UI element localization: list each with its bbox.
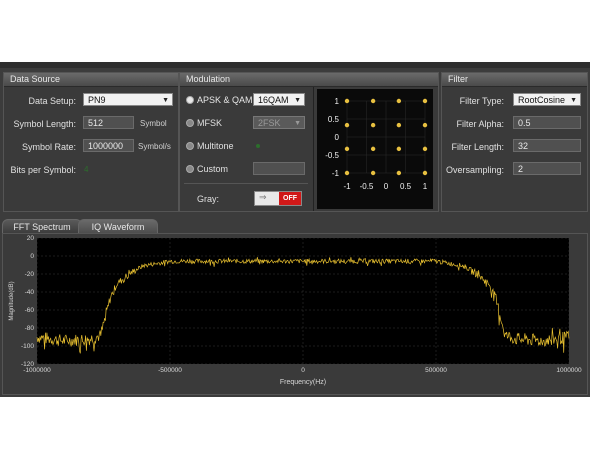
filter-type-value: RootCosine [518, 95, 566, 105]
chevron-down-icon: ▼ [294, 97, 301, 104]
y-tick-label: -100 [21, 343, 34, 350]
filter-length-label: Filter Length: [451, 142, 504, 152]
data-setup-label: Data Setup: [28, 96, 76, 106]
y-tick-label: -40 [25, 289, 35, 296]
bits-per-symbol-value: 4 [84, 165, 89, 174]
x-tick-label: -500000 [158, 367, 182, 374]
constellation-point [396, 98, 402, 104]
fft-plot-panel: -1000000 -500000 0 500000 1000000 20 0 -20 -40 -… [2, 233, 588, 395]
apsk-qam-label: APSK & QAM [197, 95, 253, 105]
x-axis-label: Frequency(Hz) [280, 379, 326, 386]
divider [313, 87, 314, 211]
x-tick-label: 1000000 [556, 367, 582, 374]
x-tick-label: 500000 [425, 367, 447, 374]
data-setup-select[interactable]: PN9 ▼ [83, 93, 173, 106]
x-tick-label: 1 [423, 182, 428, 191]
toolbar-strip [0, 62, 590, 68]
constellation-point [370, 146, 376, 152]
chevron-down-icon: ▼ [294, 120, 301, 127]
constellation-point [396, 146, 402, 152]
constellation-point [396, 122, 402, 128]
data-source-title: Data Source [4, 73, 178, 87]
gray-toggle[interactable]: ⇒ OFF [254, 191, 302, 206]
y-tick-label: 0 [335, 133, 340, 142]
apsk-qam-value: 16QAM [258, 95, 289, 105]
y-tick-label: -60 [25, 307, 35, 314]
multitone-indicator [256, 144, 260, 148]
symbol-rate-label: Symbol Rate: [21, 142, 76, 152]
custom-label: Custom [197, 164, 229, 174]
data-setup-value: PN9 [88, 95, 106, 105]
x-tick-label: 0.5 [400, 182, 412, 191]
constellation-point [396, 170, 402, 176]
x-tick-label: 0 [301, 367, 305, 374]
symbol-length-input[interactable]: 512 [83, 116, 134, 129]
filter-type-select[interactable]: RootCosine ▼ [513, 93, 581, 106]
symbol-rate-input[interactable]: 1000000 [83, 139, 134, 152]
fft-spectrum-chart: -1000000 -500000 0 500000 1000000 20 0 -20 -40 -… [9, 235, 582, 386]
x-tick-label: -1 [343, 182, 351, 191]
gray-toggle-state: OFF [279, 192, 301, 205]
symbol-length-unit: Symbol [140, 119, 167, 128]
filter-alpha-input[interactable]: 0.5 [513, 116, 581, 129]
constellation-point [422, 98, 428, 104]
y-axis-label: Magnitude(dB) [9, 281, 15, 320]
y-tick-label: -80 [25, 325, 35, 332]
y-tick-label: -20 [25, 271, 35, 278]
gray-label: Gray: [197, 194, 220, 204]
chevron-down-icon: ▼ [570, 97, 577, 104]
filter-panel: Filter Filter Type: RootCosine ▼ Filter … [441, 72, 588, 212]
y-tick-label: 1 [335, 97, 340, 106]
x-tick-label: 0 [384, 182, 389, 191]
symbol-rate-unit: Symbol/s [138, 142, 171, 151]
constellation-point [344, 98, 350, 104]
multitone-radio[interactable] [186, 142, 194, 150]
filter-title: Filter [442, 73, 587, 87]
data-source-panel: Data Source Data Setup: PN9 ▼ Symbol Len… [3, 72, 179, 212]
y-tick-label: 20 [27, 235, 35, 242]
constellation-point [422, 146, 428, 152]
constellation-point [370, 98, 376, 104]
y-tick-label: -120 [21, 361, 34, 368]
oversampling-input[interactable]: 2 [513, 162, 581, 175]
modulation-title: Modulation [180, 73, 438, 87]
multitone-label: Multitone [197, 141, 234, 151]
apsk-qam-select[interactable]: 16QAM ▼ [253, 93, 305, 106]
tab-iq-waveform[interactable]: IQ Waveform [78, 219, 158, 234]
y-tick-label: -1 [332, 169, 340, 178]
constellation-point [370, 170, 376, 176]
constellation-point [370, 122, 376, 128]
divider [184, 183, 308, 184]
apsk-qam-radio[interactable] [186, 96, 194, 104]
bits-per-symbol-label: Bits per Symbol: [10, 165, 76, 175]
chevron-down-icon: ▼ [162, 97, 169, 104]
y-tick-label: 0 [30, 253, 34, 260]
x-tick-label: -1000000 [23, 367, 51, 374]
mfsk-radio[interactable] [186, 119, 194, 127]
tab-fft-spectrum[interactable]: FFT Spectrum [2, 219, 82, 234]
constellation-plot: -1 -0.5 0 0.5 1 1 0.5 0 -0.5 -1 [317, 89, 433, 209]
custom-radio[interactable] [186, 165, 194, 173]
arrow-right-icon: ⇒ [259, 192, 267, 202]
filter-type-label: Filter Type: [459, 96, 504, 106]
y-tick-label: 0.5 [328, 115, 340, 124]
x-tick-label: -0.5 [360, 182, 374, 191]
constellation-point [422, 170, 428, 176]
plot-area [37, 238, 569, 364]
filter-alpha-label: Filter Alpha: [456, 119, 504, 129]
constellation-point [422, 122, 428, 128]
constellation-point [344, 122, 350, 128]
mfsk-select[interactable]: 2FSK ▼ [253, 116, 305, 129]
oversampling-label: Oversampling: [445, 165, 504, 175]
constellation-point [344, 170, 350, 176]
mfsk-label: MFSK [197, 118, 223, 128]
y-tick-label: -0.5 [325, 151, 339, 160]
symbol-length-label: Symbol Length: [13, 119, 76, 129]
modulation-panel: Modulation APSK & QAM 16QAM ▼ MFSK 2FSK … [179, 72, 439, 212]
filter-length-input[interactable]: 32 [513, 139, 581, 152]
constellation-point [344, 146, 350, 152]
custom-input[interactable] [253, 162, 305, 175]
mfsk-value: 2FSK [258, 118, 281, 128]
